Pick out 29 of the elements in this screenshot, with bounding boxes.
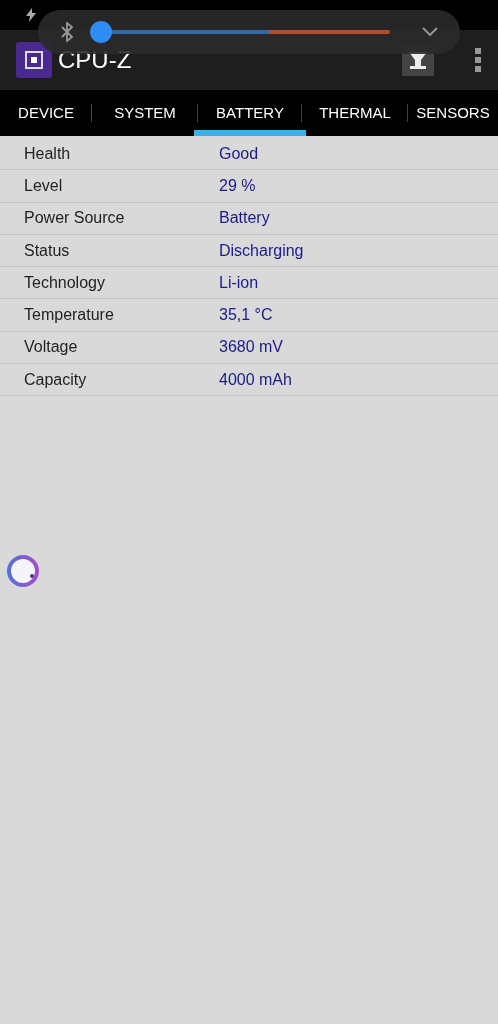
property-label: Power Source [23, 208, 126, 229]
property-label: Health [23, 143, 72, 164]
chevron-down-icon[interactable] [422, 27, 438, 37]
more-icon[interactable] [474, 47, 482, 73]
property-label: Level [23, 175, 64, 196]
property-value: Good [219, 143, 259, 164]
bluetooth-icon [60, 22, 74, 42]
tab[interactable]: THERMAL [319, 90, 391, 136]
property-value: Battery [219, 208, 270, 229]
property-value: 4000 mAh [219, 369, 292, 390]
charging-icon [26, 8, 36, 22]
loading-spinner-icon [6, 554, 40, 588]
tab[interactable]: SENSORS [416, 90, 490, 136]
tab[interactable]: DEVICE [18, 90, 74, 136]
property-label: Capacity [23, 369, 88, 390]
property-label: Status [23, 240, 71, 261]
property-label: Temperature [23, 305, 115, 326]
property-value: Li-ion [219, 272, 259, 293]
chip-icon [16, 42, 52, 78]
app-title: CPU-Z [58, 45, 132, 75]
property-value: Discharging [219, 240, 304, 261]
tab[interactable]: BATTERY [194, 90, 306, 136]
property-label: Voltage [23, 337, 79, 358]
volume-slider[interactable] [90, 21, 390, 43]
property-value: 35,1 °C [219, 305, 273, 326]
property-value: 3680 mV [219, 337, 284, 358]
tab[interactable]: SYSTEM [114, 90, 176, 136]
property-label: Technology [23, 272, 106, 293]
property-value: 29 % [219, 175, 256, 196]
